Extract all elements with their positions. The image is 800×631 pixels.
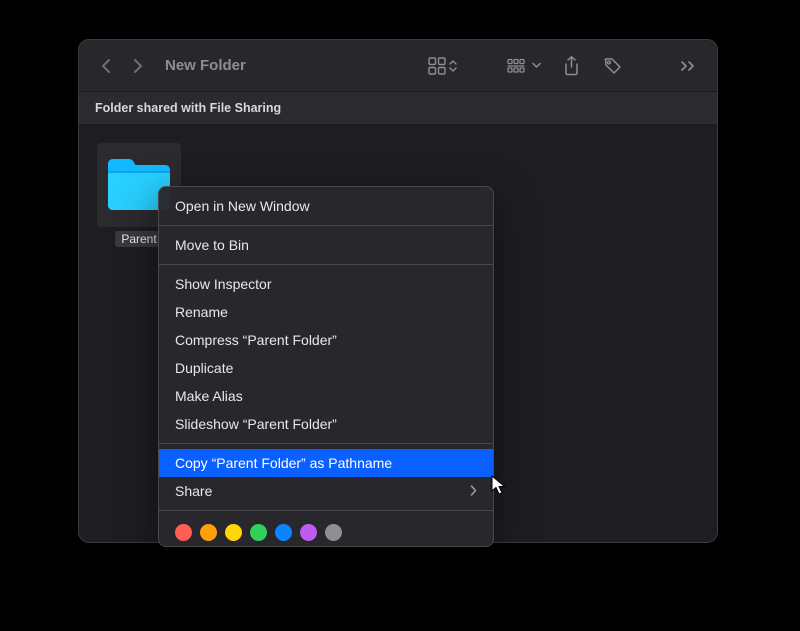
chevron-right-icon [470, 481, 477, 501]
menu-compress[interactable]: Compress “Parent Folder” [159, 326, 493, 354]
menu-separator [159, 510, 493, 511]
menu-slideshow[interactable]: Slideshow “Parent Folder” [159, 410, 493, 438]
tag-gray[interactable] [325, 524, 342, 541]
share-icon [563, 56, 580, 76]
menu-rename[interactable]: Rename [159, 298, 493, 326]
share-button[interactable] [555, 51, 587, 81]
menu-copy-pathname[interactable]: Copy “Parent Folder” as Pathname [159, 449, 493, 477]
tags-button[interactable] [597, 51, 629, 81]
chevron-down-icon [532, 62, 541, 69]
tag-green[interactable] [250, 524, 267, 541]
menu-share[interactable]: Share [159, 477, 493, 505]
titlebar: New Folder [79, 40, 717, 92]
group-icon [507, 58, 529, 74]
chevron-left-icon [101, 58, 111, 74]
menu-move-to-bin[interactable]: Move to Bin [159, 231, 493, 259]
menu-make-alias[interactable]: Make Alias [159, 382, 493, 410]
tag-icon [603, 56, 623, 76]
nav-back-button[interactable] [93, 51, 119, 81]
tag-red[interactable] [175, 524, 192, 541]
chevron-right-icon [133, 58, 143, 74]
more-button[interactable] [671, 51, 703, 81]
up-down-arrows-icon [449, 59, 457, 73]
toolbar [424, 51, 703, 81]
folder-label: Parent [115, 231, 162, 247]
menu-show-inspector[interactable]: Show Inspector [159, 270, 493, 298]
nav-forward-button[interactable] [125, 51, 151, 81]
sharing-banner: Folder shared with File Sharing [79, 92, 717, 125]
chevrons-right-icon [680, 60, 695, 72]
view-mode-button[interactable] [424, 51, 461, 81]
tag-color-row [159, 516, 493, 541]
tag-blue[interactable] [275, 524, 292, 541]
menu-duplicate[interactable]: Duplicate [159, 354, 493, 382]
context-menu: Open in New Window Move to Bin Show Insp… [158, 186, 494, 547]
tag-orange[interactable] [200, 524, 217, 541]
menu-open-new-window[interactable]: Open in New Window [159, 192, 493, 220]
menu-separator [159, 443, 493, 444]
group-button[interactable] [503, 51, 545, 81]
menu-separator [159, 225, 493, 226]
tag-purple[interactable] [300, 524, 317, 541]
menu-separator [159, 264, 493, 265]
grid-icon [428, 57, 446, 75]
tag-yellow[interactable] [225, 524, 242, 541]
window-title: New Folder [165, 57, 246, 74]
